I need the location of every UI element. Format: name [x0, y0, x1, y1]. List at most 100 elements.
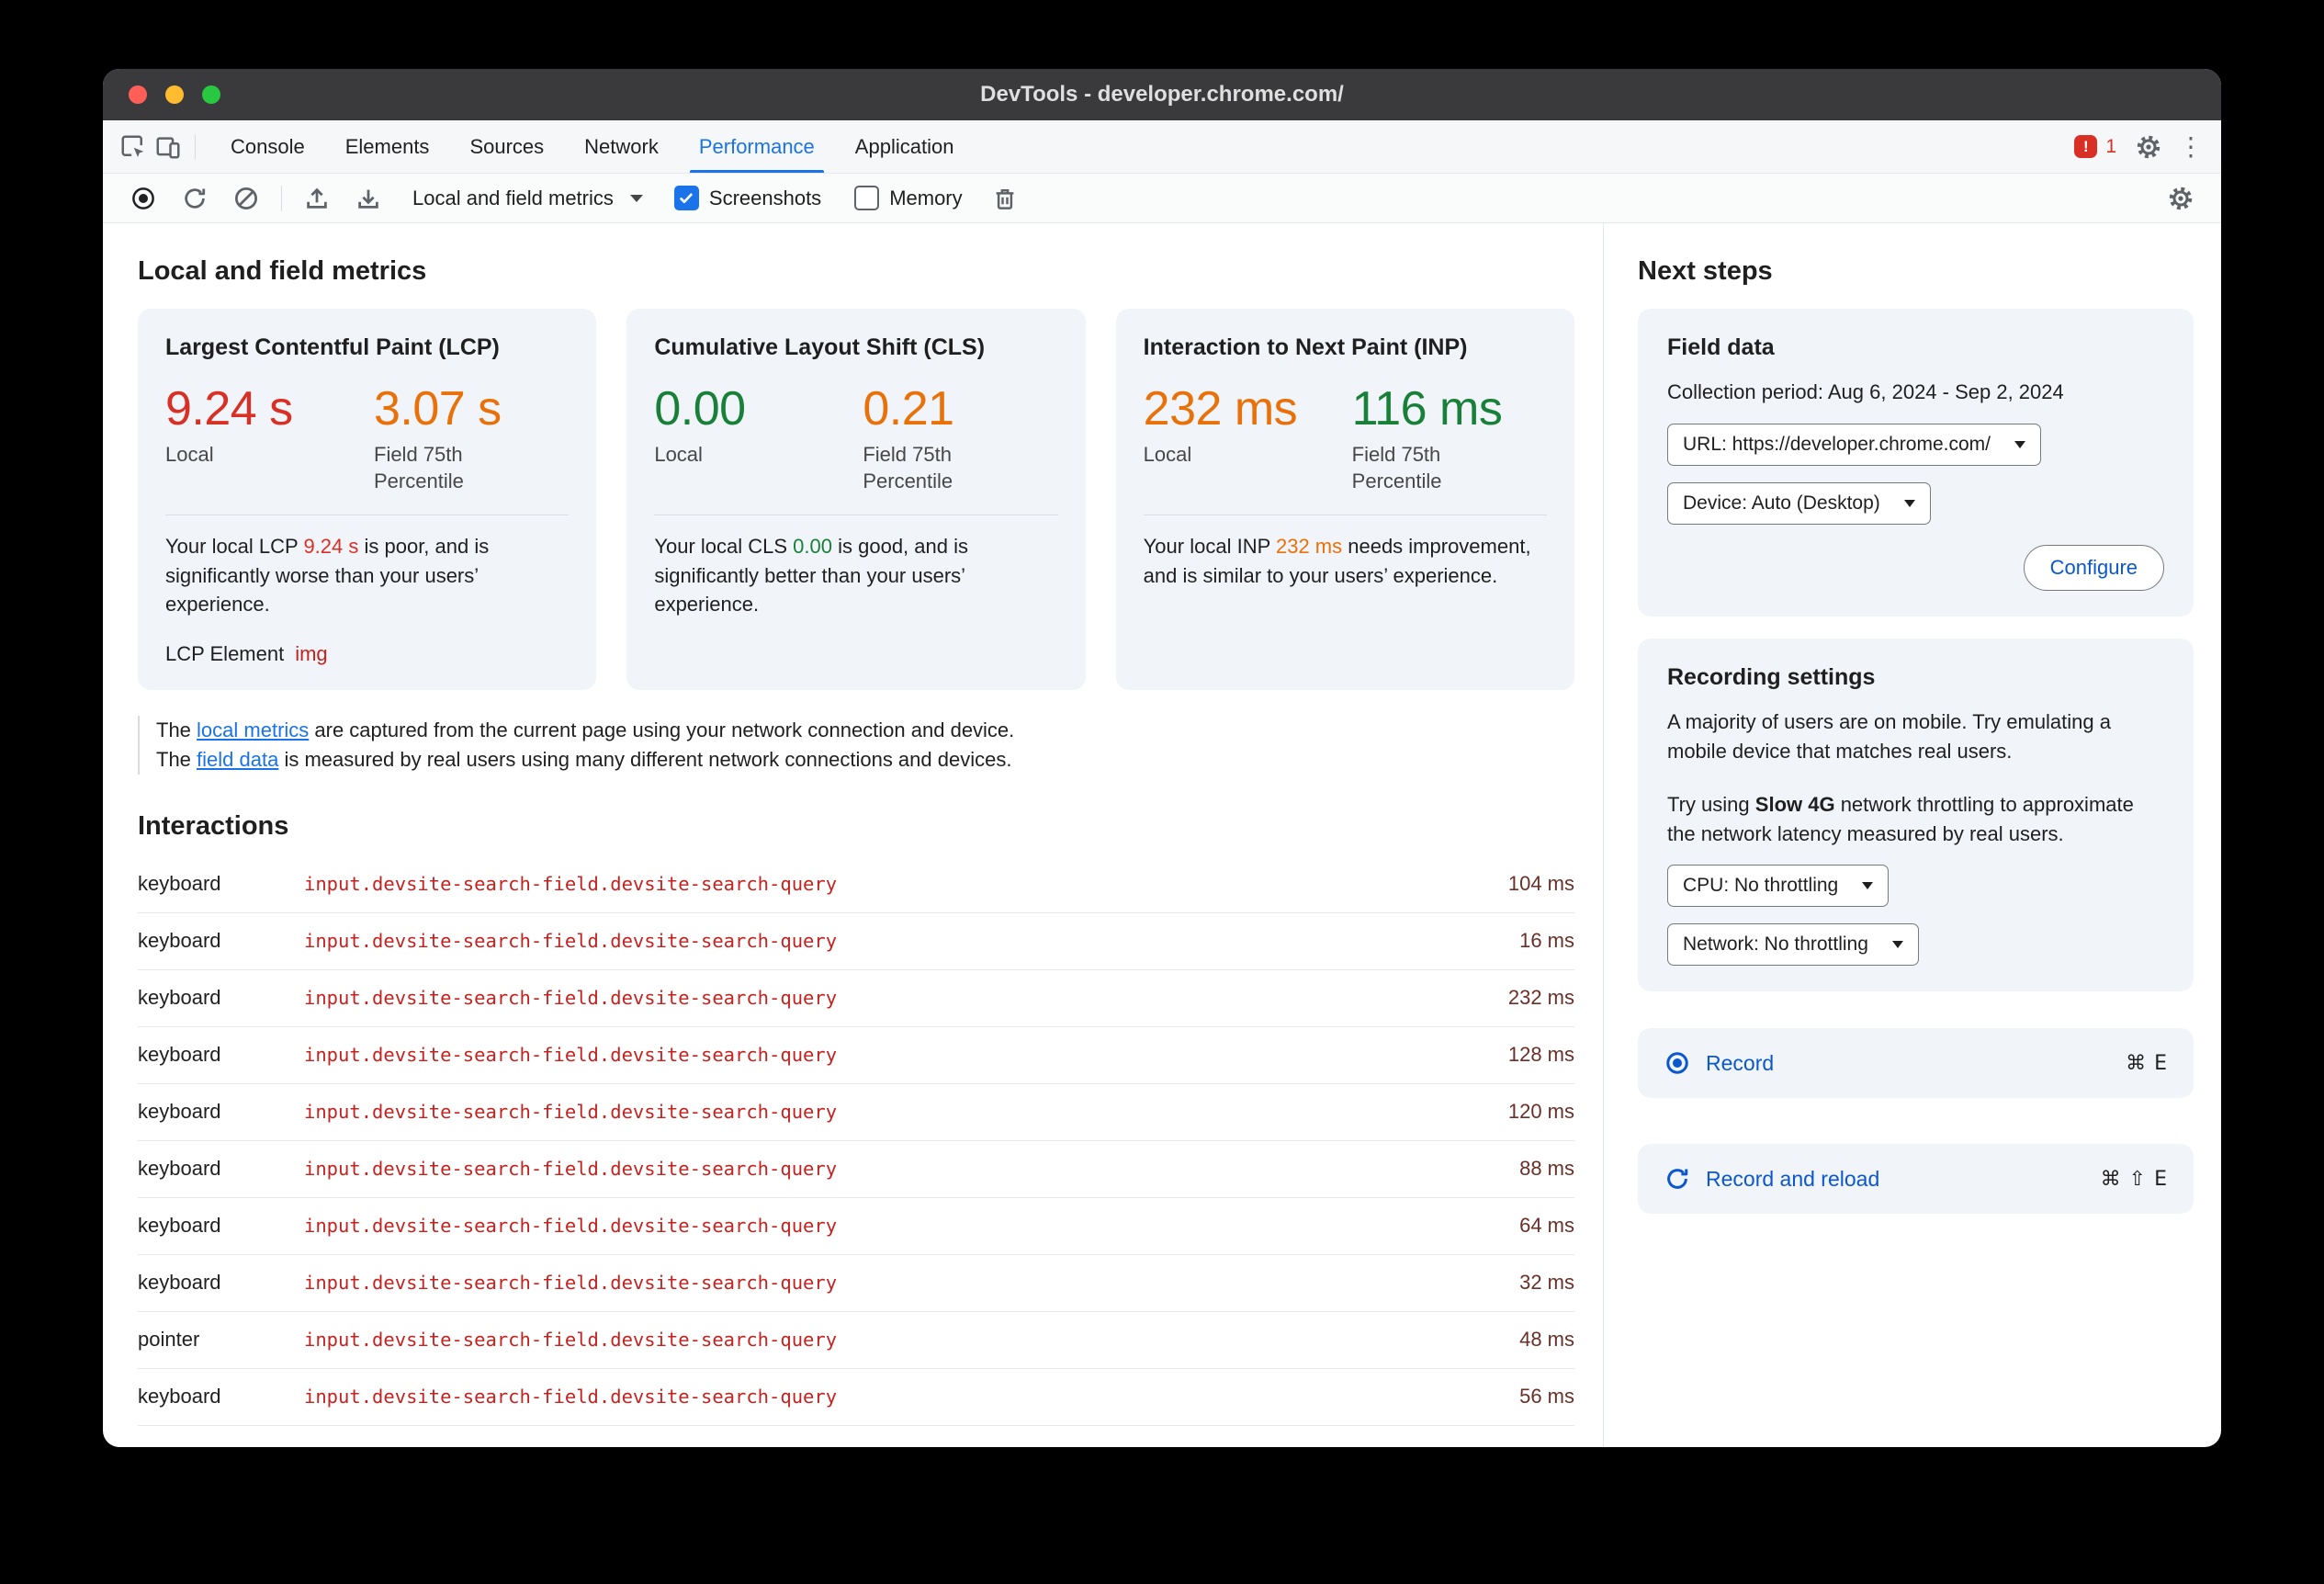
download-profile-icon[interactable]	[351, 181, 386, 216]
kebab-menu-icon[interactable]: ⋮	[2173, 130, 2208, 164]
issues-button[interactable]: ! 1	[2067, 135, 2124, 158]
history-dropdown-label: Local and field metrics	[412, 186, 614, 209]
interaction-target-link[interactable]: input.devsite-search-field.devsite-searc…	[304, 987, 1508, 1009]
tab-sources[interactable]: Sources	[449, 120, 564, 173]
record-action[interactable]: Record ⌘ E	[1638, 1028, 2194, 1099]
cls-card-title: Cumulative Layout Shift (CLS)	[654, 334, 986, 360]
interaction-target-link[interactable]: input.devsite-search-field.devsite-searc…	[304, 930, 1519, 952]
tab-network[interactable]: Network	[564, 120, 679, 173]
recording-settings-p2: Try using Slow 4G network throttling to …	[1667, 790, 2164, 849]
desc-text: Your local CLS	[654, 535, 794, 559]
inp-local-value: 232 ms	[1143, 382, 1298, 436]
settings-gear-icon[interactable]	[2131, 130, 2166, 164]
interaction-target-link[interactable]: input.devsite-search-field.devsite-searc…	[304, 1101, 1508, 1123]
interaction-row: keyboard input.devsite-search-field.devs…	[138, 1027, 1574, 1084]
capture-settings-gear-icon[interactable]	[2163, 181, 2198, 216]
close-button[interactable]	[129, 85, 147, 104]
record-reload-shortcut: ⌘ ⇧ E	[2100, 1167, 2168, 1191]
note-text: The	[156, 718, 197, 742]
upload-profile-icon[interactable]	[299, 181, 334, 216]
interaction-target-link[interactable]: input.devsite-search-field.devsite-searc…	[304, 1386, 1519, 1408]
recording-settings-title: Recording settings	[1667, 663, 1876, 690]
device-toolbar-icon[interactable]	[151, 130, 186, 164]
reload-icon[interactable]	[177, 181, 212, 216]
traffic-lights	[129, 69, 220, 120]
collection-period: Collection period: Aug 6, 2024 - Sep 2, …	[1667, 380, 2064, 403]
inp-card-title: Interaction to Next Paint (INP)	[1143, 334, 1468, 360]
interaction-type: keyboard	[138, 1271, 221, 1295]
issues-icon: !	[2074, 135, 2098, 158]
inspect-cursor-icon[interactable]	[116, 130, 151, 164]
configure-button[interactable]: Configure	[2023, 544, 2164, 591]
interaction-row: keyboard input.devsite-search-field.devs…	[138, 1084, 1574, 1141]
cls-description: Your local CLS 0.00 is good, and is sign…	[654, 532, 1057, 618]
interaction-type: pointer	[138, 1328, 200, 1352]
note-line-local: The local metrics are captured from the …	[156, 716, 1574, 745]
gc-trash-icon[interactable]	[987, 181, 1022, 216]
sidebar-title: Next steps	[1638, 256, 1773, 286]
record-icon[interactable]	[126, 181, 161, 216]
interaction-target-link[interactable]: input.devsite-search-field.devsite-searc…	[304, 1044, 1508, 1066]
interaction-target-link[interactable]: input.devsite-search-field.devsite-searc…	[304, 873, 1508, 895]
interaction-target-link[interactable]: input.devsite-search-field.devsite-searc…	[304, 1272, 1519, 1294]
interaction-duration: 88 ms	[1519, 1157, 1574, 1181]
cpu-throttling-label: CPU: No throttling	[1683, 875, 1839, 897]
window-title: DevTools - developer.chrome.com/	[980, 82, 1344, 107]
inp-field-label: Field 75th Percentile	[1351, 443, 1442, 492]
next-steps-sidebar: Next steps Field data Collection period:…	[1604, 223, 2221, 1447]
interaction-type: keyboard	[138, 1100, 221, 1124]
devtools-tab-bar: Console Elements Sources Network Performance…	[103, 120, 2221, 174]
tab-performance[interactable]: Performance	[679, 120, 835, 173]
performance-toolbar: Local and field metrics Screenshots Memo…	[103, 174, 2221, 223]
lcp-card: Largest Contentful Paint (LCP) 9.24 s Lo…	[138, 309, 597, 691]
minimize-button[interactable]	[165, 85, 184, 104]
tab-elements[interactable]: Elements	[325, 120, 450, 173]
clear-icon[interactable]	[229, 181, 264, 216]
local-metrics-link[interactable]: local metrics	[197, 718, 309, 741]
record-reload-action[interactable]: Record and reload ⌘ ⇧ E	[1638, 1144, 2194, 1215]
tab-console[interactable]: Console	[210, 120, 325, 173]
record-shortcut: ⌘ E	[2126, 1051, 2168, 1075]
screenshots-checkbox[interactable]: Screenshots	[673, 186, 822, 210]
device-select[interactable]: Device: Auto (Desktop)	[1667, 481, 1931, 525]
interaction-type: keyboard	[138, 872, 221, 896]
lcp-element-link[interactable]: img	[295, 642, 327, 665]
tab-label: Sources	[469, 134, 545, 158]
dropdown-caret-icon	[2014, 440, 2025, 448]
tab-application[interactable]: Application	[835, 120, 975, 173]
interaction-target-link[interactable]: input.devsite-search-field.devsite-searc…	[304, 1215, 1519, 1237]
fullscreen-button[interactable]	[202, 85, 220, 104]
dropdown-caret-icon	[1903, 499, 1915, 507]
p2-bold: Slow 4G	[1754, 792, 1835, 816]
field-data-link[interactable]: field data	[197, 748, 278, 771]
desc-value: 0.00	[793, 535, 832, 559]
interaction-target-link[interactable]: input.devsite-search-field.devsite-searc…	[304, 1329, 1519, 1351]
tab-label: Application	[854, 134, 954, 158]
memory-label: Memory	[889, 186, 963, 209]
metrics-main: Local and field metrics Largest Contentf…	[103, 223, 1603, 1447]
history-dropdown[interactable]: Local and field metrics	[412, 187, 643, 210]
interaction-row: keyboard input.devsite-search-field.devs…	[138, 856, 1574, 913]
memory-checkbox[interactable]: Memory	[854, 186, 963, 210]
screenshots-label: Screenshots	[708, 186, 822, 209]
separator	[281, 185, 282, 211]
cpu-throttling-select[interactable]: CPU: No throttling	[1667, 865, 1890, 908]
url-select[interactable]: URL: https://developer.chrome.com/	[1667, 423, 2041, 466]
record-action-label: Record	[1706, 1050, 1775, 1075]
interaction-duration: 120 ms	[1507, 1100, 1574, 1124]
interaction-row: keyboard input.devsite-search-field.devs…	[138, 1141, 1574, 1198]
recording-settings-card: Recording settings A majority of users a…	[1638, 638, 2194, 992]
interactions-table: keyboard input.devsite-search-field.devs…	[138, 856, 1574, 1426]
devtools-window: DevTools - developer.chrome.com/ Console…	[103, 69, 2221, 1447]
interaction-duration: 56 ms	[1519, 1385, 1574, 1409]
interaction-target-link[interactable]: input.devsite-search-field.devsite-searc…	[304, 1158, 1519, 1180]
lcp-local-label: Local	[165, 443, 214, 467]
lcp-field-label: Field 75th Percentile	[374, 443, 464, 492]
inp-description: Your local INP 232 ms needs improvement,…	[1144, 532, 1547, 589]
metric-cards: Largest Contentful Paint (LCP) 9.24 s Lo…	[138, 309, 1574, 691]
interactions-heading: Interactions	[138, 810, 289, 841]
titlebar: DevTools - developer.chrome.com/	[103, 69, 2221, 120]
lcp-card-title: Largest Contentful Paint (LCP)	[165, 334, 500, 360]
dropdown-caret-icon	[1891, 941, 1903, 949]
network-throttling-select[interactable]: Network: No throttling	[1667, 923, 1919, 967]
